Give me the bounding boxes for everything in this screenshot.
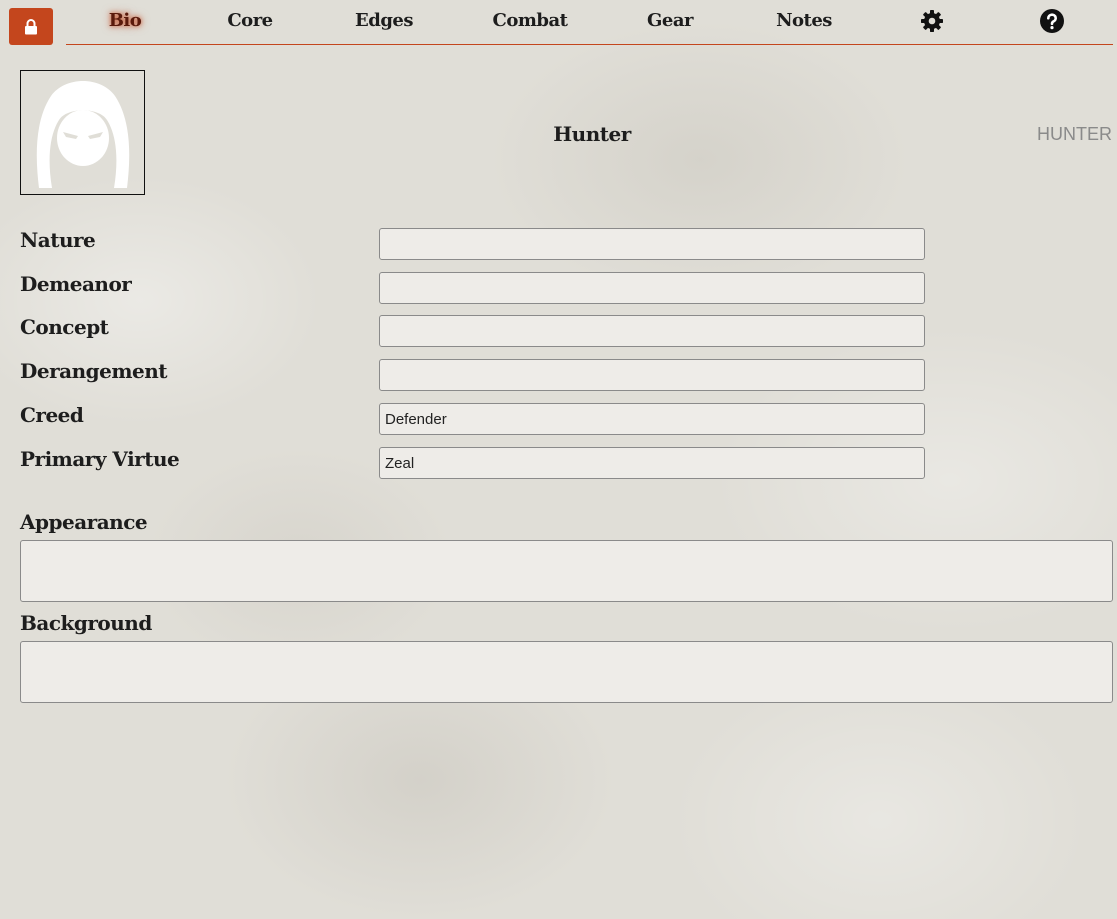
tab-edges[interactable]: Edges [355, 10, 413, 31]
tab-notes[interactable]: Notes [776, 10, 832, 31]
nature-input[interactable] [379, 228, 925, 260]
hooded-figure-icon [36, 80, 129, 188]
nav-bar: Bio Core Edges Combat Gear Notes [66, 0, 1113, 45]
creed-label: Creed [20, 403, 84, 427]
nature-label: Nature [20, 228, 96, 252]
gear-icon[interactable] [920, 9, 944, 33]
primary-virtue-input[interactable] [379, 447, 925, 479]
background-textarea[interactable] [20, 641, 1113, 703]
appearance-textarea[interactable] [20, 540, 1113, 602]
character-name[interactable]: Hunter [553, 122, 631, 146]
character-portrait[interactable] [20, 70, 145, 195]
concept-label: Concept [20, 315, 109, 339]
game-system-label: HUNTER [1037, 124, 1112, 144]
tab-bio[interactable]: Bio [109, 10, 142, 31]
appearance-label: Appearance [20, 510, 148, 534]
creed-input[interactable] [379, 403, 925, 435]
primary-virtue-label: Primary Virtue [20, 447, 180, 471]
concept-input[interactable] [379, 315, 925, 347]
lock-icon [25, 18, 37, 34]
derangement-label: Derangement [20, 359, 167, 383]
help-question-icon[interactable] [1040, 9, 1064, 33]
tab-core[interactable]: Core [227, 10, 273, 31]
tab-gear[interactable]: Gear [647, 10, 693, 31]
demeanor-input[interactable] [379, 272, 925, 304]
background-label: Background [20, 611, 152, 635]
derangement-input[interactable] [379, 359, 925, 391]
lock-button[interactable] [9, 8, 53, 45]
tab-combat[interactable]: Combat [493, 10, 568, 31]
demeanor-label: Demeanor [20, 272, 132, 296]
